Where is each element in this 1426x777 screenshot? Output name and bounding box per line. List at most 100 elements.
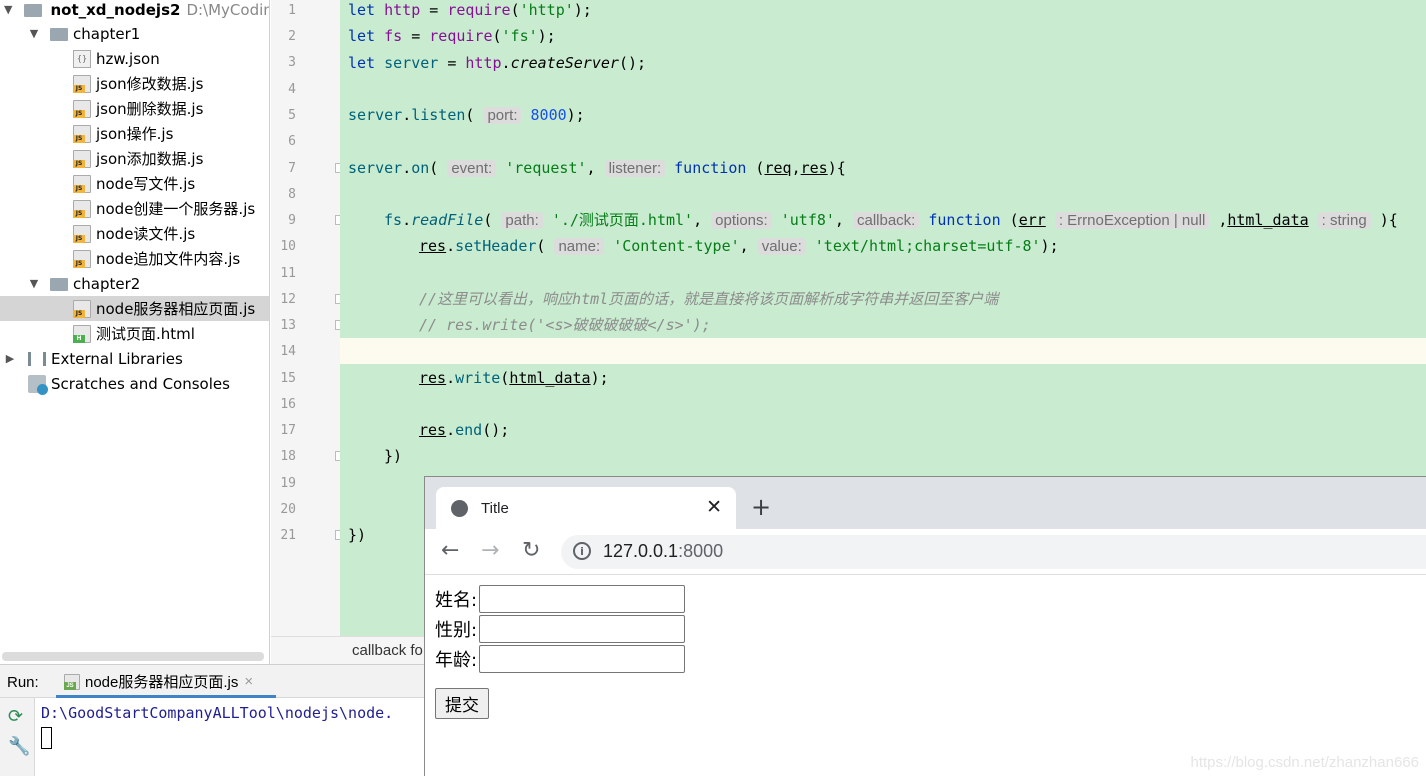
browser-tab-strip: Title ✕ + [425,477,1426,529]
file-label: json添加数据.js [96,150,204,168]
web-page: 姓名: 性别: 年龄: 提交 https://blog.csdn.net/zha… [425,575,1426,777]
tree-scratches[interactable]: Scratches and Consoles [0,371,269,396]
file-label: hzw.json [96,49,160,68]
reload-icon[interactable]: ↻ [522,538,540,563]
info-icon[interactable]: i [573,542,591,560]
js-file-icon: JS [73,149,91,168]
js-file-icon: JS [73,124,91,143]
libraries-label: External Libraries [51,349,183,368]
file-label: json删除数据.js [96,100,204,118]
line-number: 6 [288,134,296,149]
breadcrumb-item[interactable]: callback fo [352,642,423,659]
name-input[interactable] [479,585,686,613]
watermark: https://blog.csdn.net/zhanzhan666 [1190,754,1419,771]
line-number: 15 [280,371,296,386]
forward-icon[interactable]: → [481,538,499,563]
close-tab-icon[interactable]: ✕ [706,496,722,518]
tree-file[interactable]: JS node创建一个服务器.js [0,196,269,221]
gender-row: 性别: [435,615,686,643]
root-name: not_xd_nodejs2 [50,0,181,19]
code-line-9: fs.readFile( path: './测试页面.html', option… [384,211,1398,229]
age-input[interactable] [479,645,686,673]
tree-file[interactable]: JS json操作.js [0,121,269,146]
project-tree: ▼ not_xd_nodejs2 D:\MyCoding ▼ chapter1 … [0,0,270,664]
tree-file[interactable]: JS json添加数据.js [0,146,269,171]
inlay-hint: event: [447,160,497,177]
new-tab-button[interactable]: + [751,493,771,521]
tree-root[interactable]: ▼ not_xd_nodejs2 D:\MyCoding [0,0,269,22]
js-file-icon: JS [73,224,91,243]
code-line-5: server.listen( port: 8000); [348,106,585,124]
scratches-label: Scratches and Consoles [51,374,230,393]
folder-label: chapter1 [73,24,141,43]
gender-input[interactable] [479,615,686,643]
type-hint: : ErrnoException | null [1054,212,1210,229]
submit-button[interactable]: 提交 [435,688,489,719]
file-label: node读文件.js [96,225,196,243]
name-label: 姓名: [435,590,478,611]
line-number: 20 [280,502,296,517]
line-number: 13 [280,318,296,333]
file-label: node追加文件内容.js [96,250,241,268]
json-file-icon: {} [73,49,91,68]
folder-label: chapter2 [73,274,141,293]
code-line-15: res.write(html_data); [419,369,609,387]
code-line-12: //这里可以看出，响应html页面的话，就是直接将该页面解析成字符串并返回至客户… [419,290,999,308]
tree-file[interactable]: JS node读文件.js [0,221,269,246]
line-number: 17 [280,423,296,438]
url-text[interactable]: 127.0.0.1:8000 [603,541,723,562]
nodejs-icon: JS [64,673,80,690]
tree-file-selected[interactable]: JS node服务器相应页面.js [0,296,269,321]
line-number: 2 [288,29,296,44]
console-text: D:\GoodStartCompanyALLTool\nodejs\node. [41,704,394,722]
close-icon[interactable]: × [244,673,253,690]
chevron-down-icon[interactable]: ▼ [4,3,12,16]
browser-tab[interactable]: Title ✕ [436,487,736,529]
age-row: 年龄: [435,645,686,673]
back-icon[interactable]: ← [441,538,459,563]
line-number: 16 [280,397,296,412]
wrench-icon[interactable]: 🔧 [8,736,30,757]
address-bar[interactable]: i 127.0.0.1:8000 [561,535,1426,569]
line-number-gutter: 1 2 3 4 5 6 7 8 9 10 11 12 13 14 15 16 1… [271,0,344,636]
tree-file[interactable]: H 测试页面.html [0,321,269,346]
tree-file[interactable]: JS node追加文件内容.js [0,246,269,271]
tree-file[interactable]: JS json删除数据.js [0,96,269,121]
code-line-3: let server = http.createServer(); [348,54,647,72]
tab-title: Title [481,499,509,517]
tree-file[interactable]: JS node写文件.js [0,171,269,196]
chevron-right-icon[interactable]: ▶ [4,352,16,365]
rerun-icon[interactable]: ⟳ [8,706,23,727]
js-file-icon: JS [73,299,91,318]
run-tab[interactable]: JS node服务器相应页面.js × [56,665,276,698]
inlay-hint: path: [501,212,543,229]
tree-external-libraries[interactable]: ▶ External Libraries [0,346,269,371]
line-number: 10 [280,239,296,254]
tree-file[interactable]: JS json修改数据.js [0,71,269,96]
js-file-icon: JS [73,199,91,218]
line-number: 21 [280,528,296,543]
folder-icon [24,1,43,19]
type-hint: : string [1317,212,1371,229]
line-number: 5 [288,108,296,123]
folder-icon [50,25,68,43]
code-line-17: res.end(); [419,421,510,439]
run-label: Run: [7,674,39,691]
globe-icon [451,499,468,517]
file-label: json操作.js [96,125,174,143]
line-number: 4 [288,82,296,97]
line-number: 14 [280,344,296,359]
code-line-7: server.on( event: 'request', listener: f… [348,159,846,177]
inlay-hint: port: [483,107,522,124]
inlay-hint: callback: [852,212,920,229]
browser-toolbar: ← → ↻ i 127.0.0.1:8000 [425,529,1426,575]
chevron-down-icon[interactable]: ▼ [28,277,40,290]
horizontal-scrollbar[interactable] [2,652,264,661]
code-line-2: let fs = require('fs'); [348,27,556,45]
tree-file[interactable]: {} hzw.json [0,46,269,71]
root-path: D:\MyCoding [186,0,269,19]
console-cursor [41,727,52,749]
tree-folder-chapter2[interactable]: ▼ chapter2 [0,271,269,296]
chevron-down-icon[interactable]: ▼ [28,27,40,40]
tree-folder-chapter1[interactable]: ▼ chapter1 [0,21,269,46]
